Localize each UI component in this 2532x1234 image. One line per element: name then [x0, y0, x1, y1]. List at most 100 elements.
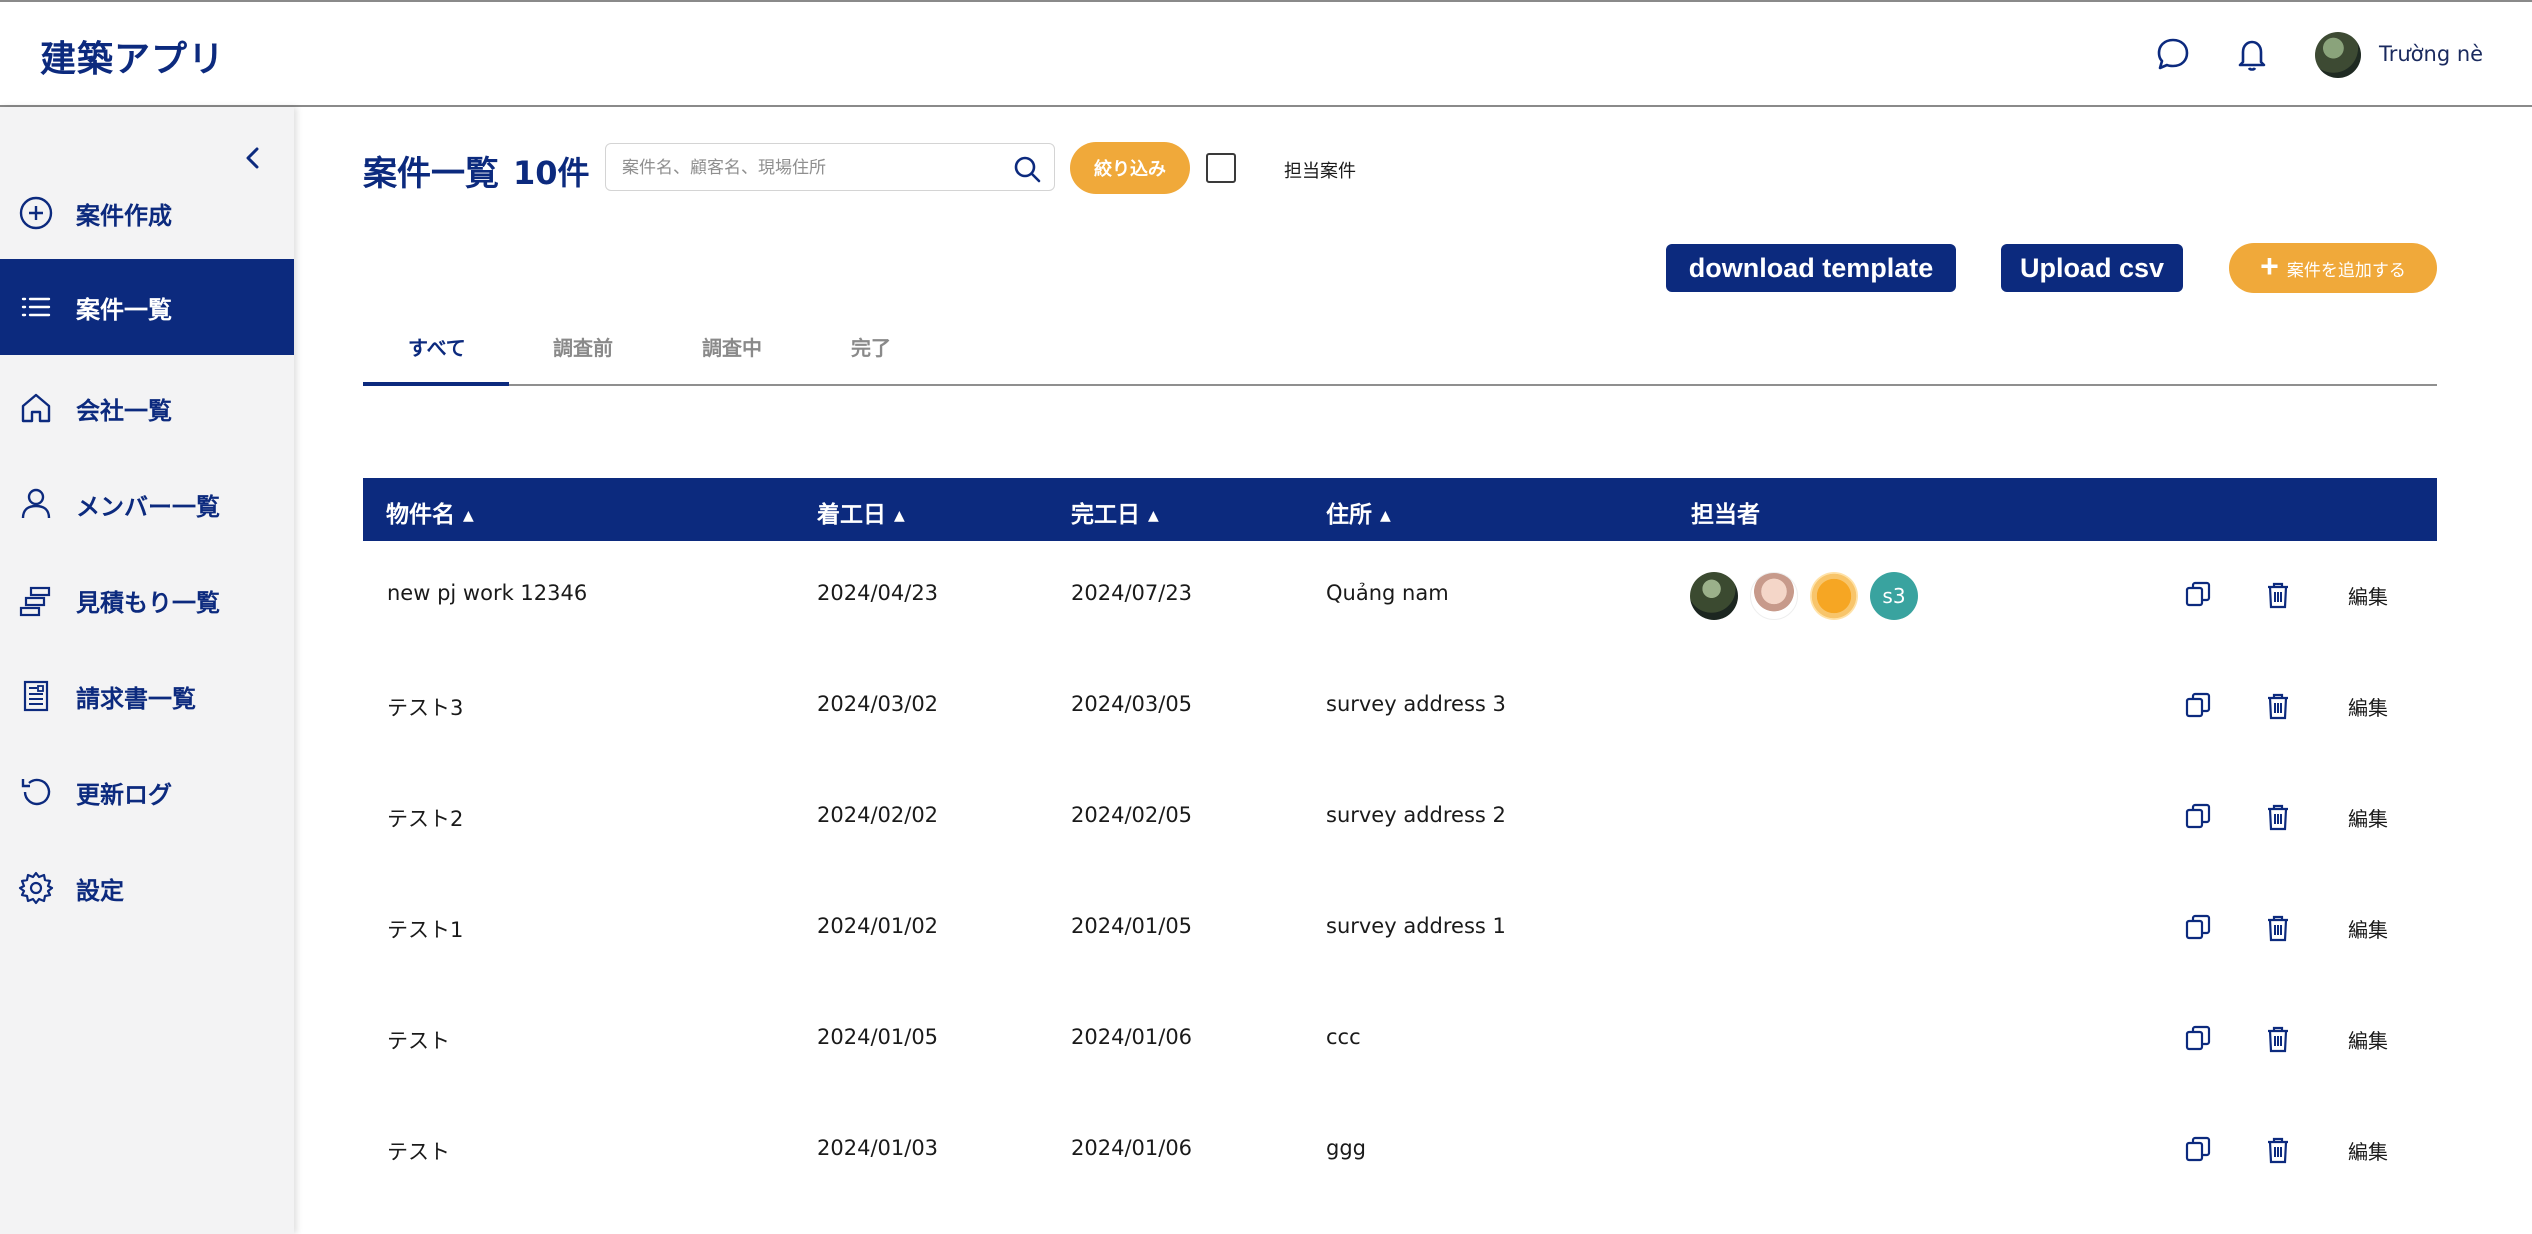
sidebar-item-label: メンバー一覧 [76, 492, 220, 521]
app-logo[interactable]: 建築アプリ [40, 30, 225, 82]
sidebar-item-estimate-list[interactable]: 見積もり一覧 [0, 552, 294, 648]
table-row[interactable]: テスト3 2024/03/02 2024/03/05 survey addres… [363, 652, 2437, 763]
table-row[interactable]: new pj work 12346 2024/04/23 2024/07/23 … [363, 541, 2437, 652]
history-icon [17, 773, 55, 811]
tab-before-survey[interactable]: 調査前 [553, 332, 613, 361]
cell-end-date: 2024/01/06 [1071, 1025, 1193, 1049]
trash-icon[interactable] [2263, 579, 2293, 611]
sidebar-item-label: 更新ログ [76, 780, 172, 809]
cell-start-date: 2024/01/02 [817, 914, 939, 938]
sidebar-item-label: 案件一覧 [76, 295, 172, 324]
sidebar: 案件作成 案件一覧 会社一覧 メンバー一覧 見積もり一覧 請求書一覧 更新ログ … [0, 107, 294, 1234]
edit-link[interactable]: 編集 [2348, 803, 2388, 832]
column-header-label: 住所 [1326, 502, 1372, 528]
sidebar-item-company-list[interactable]: 会社一覧 [0, 360, 294, 456]
user-name[interactable]: Trường nè [2379, 42, 2483, 66]
cell-name: テスト2 [387, 807, 464, 831]
copy-icon[interactable] [2183, 579, 2213, 611]
edit-link[interactable]: 編集 [2348, 581, 2388, 610]
trash-icon[interactable] [2263, 690, 2293, 722]
cell-name: テスト [387, 1140, 450, 1164]
sidebar-item-invoice-list[interactable]: 請求書一覧 [0, 648, 294, 744]
column-header-label: 着工日 [817, 502, 886, 528]
column-header-label: 完工日 [1071, 502, 1140, 528]
trash-icon[interactable] [2263, 1023, 2293, 1055]
trash-icon[interactable] [2263, 1134, 2293, 1166]
avatar[interactable] [1810, 572, 1858, 620]
cell-name: テスト3 [387, 696, 464, 720]
edit-link[interactable]: 編集 [2348, 1136, 2388, 1165]
cell-address: ggg [1326, 1136, 1366, 1160]
chat-icon[interactable] [2153, 34, 2193, 74]
column-header-start[interactable]: 着工日 ▲ [817, 495, 905, 529]
avatar[interactable] [1750, 572, 1798, 620]
sidebar-item-project-list[interactable]: 案件一覧 [0, 259, 294, 355]
my-projects-checkbox[interactable] [1206, 153, 1236, 183]
table-row[interactable]: テスト1 2024/01/02 2024/01/05 survey addres… [363, 874, 2437, 985]
table-row[interactable]: テスト 2024/01/05 2024/01/06 ccc 編集 [363, 985, 2437, 1096]
active-tab-indicator [363, 382, 509, 386]
cell-start-date: 2024/03/02 [817, 692, 939, 716]
home-icon [17, 389, 55, 427]
sidebar-item-member-list[interactable]: メンバー一覧 [0, 456, 294, 552]
bell-icon[interactable] [2232, 34, 2272, 74]
cell-name: new pj work 12346 [387, 581, 588, 605]
list-icon [17, 288, 55, 326]
copy-icon[interactable] [2183, 1134, 2213, 1166]
edit-link[interactable]: 編集 [2348, 692, 2388, 721]
edit-link[interactable]: 編集 [2348, 914, 2388, 943]
column-header-address[interactable]: 住所 ▲ [1326, 495, 1391, 529]
cell-end-date: 2024/03/05 [1071, 692, 1193, 716]
cell-start-date: 2024/01/03 [817, 1136, 939, 1160]
cell-start-date: 2024/02/02 [817, 803, 939, 827]
cell-end-date: 2024/01/05 [1071, 914, 1193, 938]
tab-complete[interactable]: 完了 [851, 332, 891, 361]
table-row[interactable]: テスト 2024/01/03 2024/01/06 ggg 編集 [363, 1096, 2437, 1207]
sort-asc-icon: ▲ [1380, 507, 1391, 524]
sidebar-item-label: 案件作成 [76, 201, 172, 230]
table-row[interactable]: テスト2 2024/02/02 2024/02/05 survey addres… [363, 763, 2437, 874]
plus-icon: + [2260, 248, 2279, 284]
trash-icon[interactable] [2263, 801, 2293, 833]
avatar[interactable]: s3 [1870, 572, 1918, 620]
copy-icon[interactable] [2183, 912, 2213, 944]
download-template-button[interactable]: download template [1666, 244, 1956, 292]
trash-icon[interactable] [2263, 912, 2293, 944]
column-header-label: 物件名 [386, 502, 455, 528]
avatar[interactable] [2315, 32, 2361, 78]
cell-address: survey address 3 [1326, 692, 1506, 716]
add-project-label: 案件を追加する [2286, 260, 2406, 280]
avatar[interactable] [1690, 572, 1738, 620]
upload-csv-button[interactable]: Upload csv [2001, 244, 2183, 292]
top-header: 建築アプリ Trường nè [0, 0, 2532, 107]
sidebar-item-create-project[interactable]: 案件作成 [0, 165, 294, 261]
cell-name: テスト1 [387, 918, 464, 942]
copy-icon[interactable] [2183, 801, 2213, 833]
column-header-end[interactable]: 完工日 ▲ [1071, 495, 1159, 529]
copy-icon[interactable] [2183, 1023, 2213, 1055]
copy-icon[interactable] [2183, 690, 2213, 722]
tab-in-survey[interactable]: 調査中 [702, 332, 762, 361]
cell-end-date: 2024/02/05 [1071, 803, 1193, 827]
user-icon [17, 485, 55, 523]
tab-all[interactable]: すべて [408, 332, 466, 361]
filter-button[interactable]: 絞り込み [1070, 142, 1190, 194]
search-input[interactable] [622, 154, 992, 182]
table-header: 物件名 ▲ 着工日 ▲ 完工日 ▲ 住所 ▲ 担当者 [363, 478, 2437, 541]
cell-address: Quảng nam [1326, 581, 1449, 605]
edit-link[interactable]: 編集 [2348, 1025, 2388, 1054]
cell-start-date: 2024/01/05 [817, 1025, 939, 1049]
column-header-name[interactable]: 物件名 ▲ [386, 495, 474, 529]
search-box [605, 143, 1055, 191]
sidebar-item-settings[interactable]: 設定 [0, 840, 294, 936]
status-tabs: すべて 調査前 調査中 完了 [363, 320, 2437, 386]
invoice-icon [17, 677, 55, 715]
search-icon[interactable] [1012, 154, 1042, 184]
add-project-button[interactable]: + 案件を追加する [2229, 243, 2437, 293]
sidebar-item-update-log[interactable]: 更新ログ [0, 744, 294, 840]
page-title: 案件一覧 [363, 154, 499, 194]
cell-name: テスト [387, 1029, 450, 1053]
cell-end-date: 2024/07/23 [1071, 581, 1193, 605]
sidebar-item-label: 会社一覧 [76, 396, 172, 425]
sort-asc-icon: ▲ [1148, 507, 1159, 524]
